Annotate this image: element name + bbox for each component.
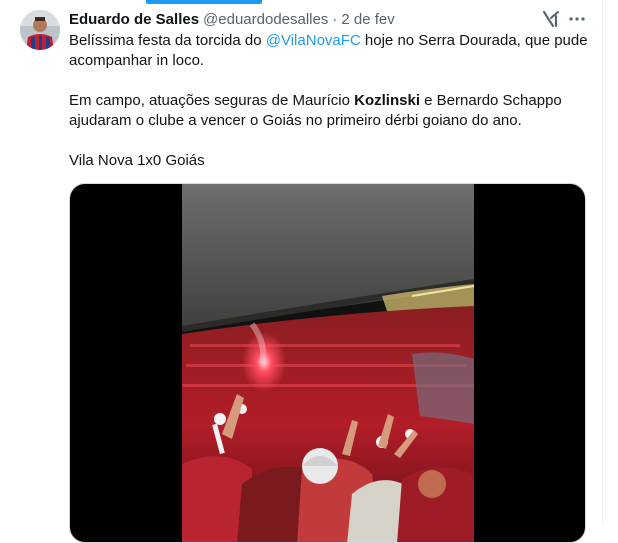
mention-link[interactable]: @VilaNovaFC [266, 32, 361, 49]
tweet-card[interactable]: Eduardo de Salles @eduardodesalles · 2 d… [0, 0, 603, 543]
user-handle[interactable]: @eduardodesalles [203, 11, 328, 28]
avatar[interactable] [20, 10, 60, 50]
tweet-paragraph: Em campo, atuações seguras de Maurício K… [69, 91, 589, 131]
avatar-image [20, 10, 60, 50]
tweet-date[interactable]: 2 de fev [341, 11, 394, 28]
separator-dot: · [332, 10, 338, 28]
grok-icon [542, 10, 560, 28]
video-frame [182, 184, 474, 542]
tweet-paragraph: Belíssima festa da torcida do @VilaNovaF… [69, 31, 589, 71]
grok-button[interactable] [540, 8, 562, 30]
tweet-text: Belíssima festa da torcida do @VilaNovaF… [69, 31, 589, 171]
text-segment: Belíssima festa da torcida do [69, 32, 266, 49]
more-options-button[interactable] [566, 8, 588, 30]
bold-text: Kozlinski [354, 92, 420, 109]
text-segment: Em campo, atuações seguras de Maurício [69, 92, 355, 109]
video-player[interactable] [69, 183, 586, 543]
display-name[interactable]: Eduardo de Salles [69, 11, 199, 28]
stadium-crowd-image [182, 184, 474, 542]
tweet-paragraph: Vila Nova 1x0 Goiás [69, 152, 205, 169]
more-icon [569, 17, 585, 21]
tweet-header: Eduardo de Salles @eduardodesalles · 2 d… [69, 9, 395, 29]
